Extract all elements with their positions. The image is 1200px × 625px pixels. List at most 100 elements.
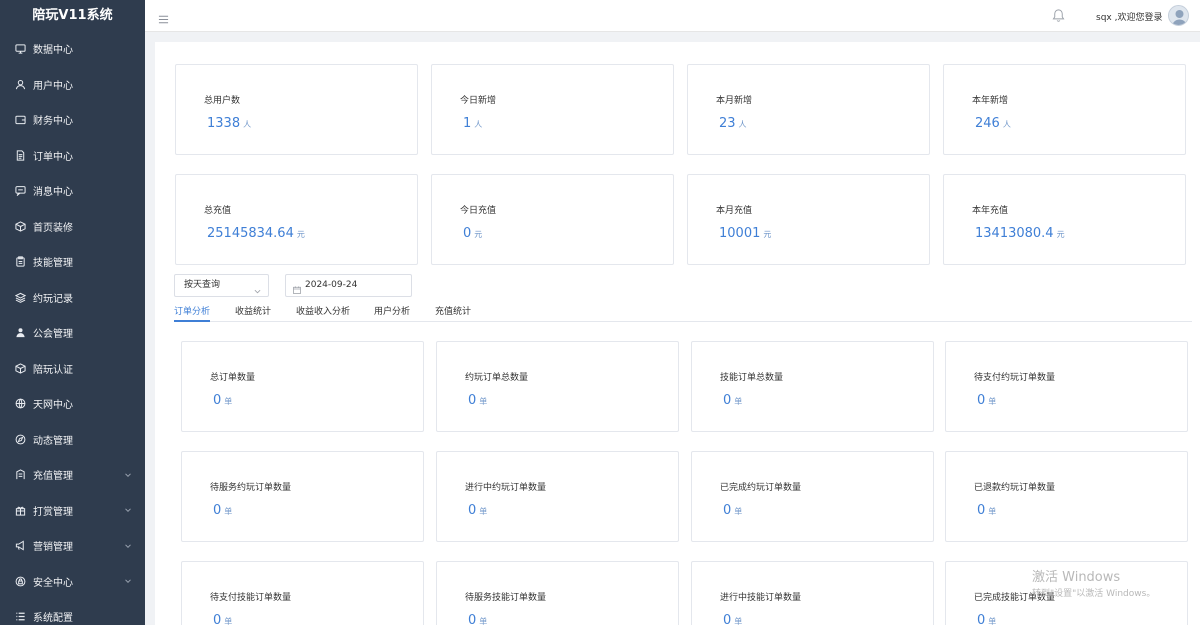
- tab-recharge-stats[interactable]: 充值统计: [435, 304, 471, 317]
- chat-icon: [14, 185, 26, 197]
- gift-icon: [14, 504, 26, 516]
- stat-label: 本月新增: [716, 96, 753, 106]
- sidebar-item-8[interactable]: 约玩记录: [0, 280, 145, 316]
- stat-value-row: 25145834.64 元: [207, 222, 305, 241]
- order-stat-card: 已完成约玩订单数量 0 单: [691, 451, 934, 542]
- stat-value: 0: [468, 613, 477, 625]
- tab-user-analysis[interactable]: 用户分析: [374, 304, 410, 317]
- monitor-icon: [14, 43, 26, 55]
- sidebar-item-label: 打赏管理: [33, 506, 73, 518]
- user-stat-card: 总用户数 1338 人: [175, 64, 418, 155]
- recharge-stat-card: 今日充值 0 元: [431, 174, 674, 265]
- sidebar-item-6[interactable]: 首页装修: [0, 209, 145, 245]
- stat-value: 0: [723, 613, 732, 625]
- user-stat-card: 本月新增 23 人: [687, 64, 930, 155]
- stat-unit: 单: [224, 397, 233, 406]
- stat-unit: 人: [738, 120, 747, 129]
- order-stat-card: 总订单数量 0 单: [181, 341, 424, 432]
- stat-value-row: 13413080.4 元: [975, 222, 1065, 241]
- recharge-stat-card: 总充值 25145834.64 元: [175, 174, 418, 265]
- stat-label: 总用户数: [204, 96, 241, 106]
- sidebar-item-13[interactable]: 充值管理: [0, 457, 145, 493]
- stat-value: 0: [213, 613, 222, 625]
- stat-value: 246: [975, 116, 1000, 131]
- sidebar-item-label: 陪玩认证: [33, 364, 73, 376]
- stat-value: 1338: [207, 116, 241, 131]
- stat-unit: 单: [479, 397, 488, 406]
- windows-activation-watermark: 激活 Windows 转到"设置"以激活 Windows。: [1032, 566, 1155, 599]
- tab-order-analysis[interactable]: 订单分析: [174, 304, 210, 317]
- sidebar-item-16[interactable]: 安全中心: [0, 564, 145, 600]
- wallet-icon: [14, 114, 26, 126]
- sidebar-item-2[interactable]: 用户中心: [0, 67, 145, 103]
- sidebar-item-10[interactable]: 陪玩认证: [0, 351, 145, 387]
- stat-value: 0: [468, 393, 477, 408]
- box-icon: [14, 220, 26, 232]
- stat-value: 25145834.64: [207, 226, 294, 241]
- compass-icon: [14, 433, 26, 445]
- sidebar-item-1[interactable]: 数据中心: [0, 31, 145, 67]
- stat-value: 0: [977, 613, 986, 625]
- stat-value: 0: [723, 503, 732, 518]
- sidebar-item-label: 用户中心: [33, 80, 73, 92]
- query-mode-select[interactable]: 按天查询: [174, 274, 269, 297]
- sidebar-item-14[interactable]: 打赏管理: [0, 493, 145, 529]
- tab-income-analysis[interactable]: 收益收入分析: [296, 304, 350, 317]
- stat-unit: 单: [479, 617, 488, 625]
- stat-unit: 元: [763, 230, 772, 239]
- lock-icon: [14, 575, 26, 587]
- stat-value-row: 0单: [468, 389, 487, 408]
- order-stat-card: 已退款约玩订单数量 0 单: [945, 451, 1188, 542]
- sidebar-item-12[interactable]: 动态管理: [0, 422, 145, 458]
- stat-label: 待服务技能订单数量: [465, 593, 547, 603]
- list-icon: [14, 611, 26, 623]
- stat-label: 待支付约玩订单数量: [974, 373, 1056, 383]
- sidebar-item-7[interactable]: 技能管理: [0, 244, 145, 280]
- date-picker[interactable]: 2024-09-24: [285, 274, 412, 297]
- sidebar-item-4[interactable]: 订单中心: [0, 138, 145, 174]
- bell-icon[interactable]: [1051, 8, 1066, 23]
- sidebar-item-label: 约玩记录: [33, 293, 73, 305]
- globe-icon: [14, 398, 26, 410]
- stat-unit: 单: [734, 507, 743, 516]
- stat-value: 23: [719, 116, 736, 131]
- stat-label: 本年充值: [972, 206, 1009, 216]
- stat-unit: 单: [988, 617, 997, 625]
- stat-label: 本月充值: [716, 206, 753, 216]
- stat-label: 本年新增: [972, 96, 1009, 106]
- sidebar-item-17[interactable]: 系统配置: [0, 599, 145, 625]
- stat-value-row: 0单: [468, 499, 487, 518]
- sidebar-item-label: 财务中心: [33, 116, 73, 128]
- stat-unit: 元: [296, 230, 305, 239]
- recharge-stat-card: 本月充值 10001 元: [687, 174, 930, 265]
- stat-value: 0: [723, 393, 732, 408]
- order-stat-card: 进行中约玩订单数量 0 单: [436, 451, 679, 542]
- chevron-down-icon: [124, 542, 132, 550]
- menu-toggle-icon[interactable]: [158, 10, 169, 24]
- sidebar-item-label: 公会管理: [33, 329, 73, 341]
- sidebar-item-3[interactable]: 财务中心: [0, 102, 145, 138]
- top-bar: sqx ,欢迎您登录: [145, 0, 1200, 32]
- stat-unit: 单: [734, 617, 743, 625]
- avatar[interactable]: [1168, 5, 1189, 26]
- sidebar-item-label: 营销管理: [33, 542, 73, 554]
- stat-unit: 单: [479, 507, 488, 516]
- sidebar-item-11[interactable]: 天网中心: [0, 386, 145, 422]
- stat-value: 0: [213, 393, 222, 408]
- stat-unit: 人: [474, 120, 483, 129]
- sidebar-item-15[interactable]: 营销管理: [0, 528, 145, 564]
- user-stat-card: 本年新增 246 人: [943, 64, 1186, 155]
- tab-income-stats[interactable]: 收益统计: [235, 304, 271, 317]
- stat-value-row: 0单: [213, 499, 232, 518]
- stat-unit: 人: [243, 120, 252, 129]
- watermark-title: 激活 Windows: [1032, 570, 1121, 585]
- stat-label: 进行中约玩订单数量: [465, 483, 547, 493]
- sidebar-item-label: 安全中心: [33, 577, 73, 589]
- analysis-tabs: 订单分析 收益统计 收益收入分析 用户分析 充值统计: [174, 300, 1192, 322]
- sidebar-item-label: 首页装修: [33, 222, 73, 234]
- sidebar-item-9[interactable]: 公会管理: [0, 315, 145, 351]
- sidebar-item-5[interactable]: 消息中心: [0, 173, 145, 209]
- recharge-stat-card: 本年充值 13413080.4 元: [943, 174, 1186, 265]
- stat-unit: 单: [988, 507, 997, 516]
- stat-unit: 单: [988, 397, 997, 406]
